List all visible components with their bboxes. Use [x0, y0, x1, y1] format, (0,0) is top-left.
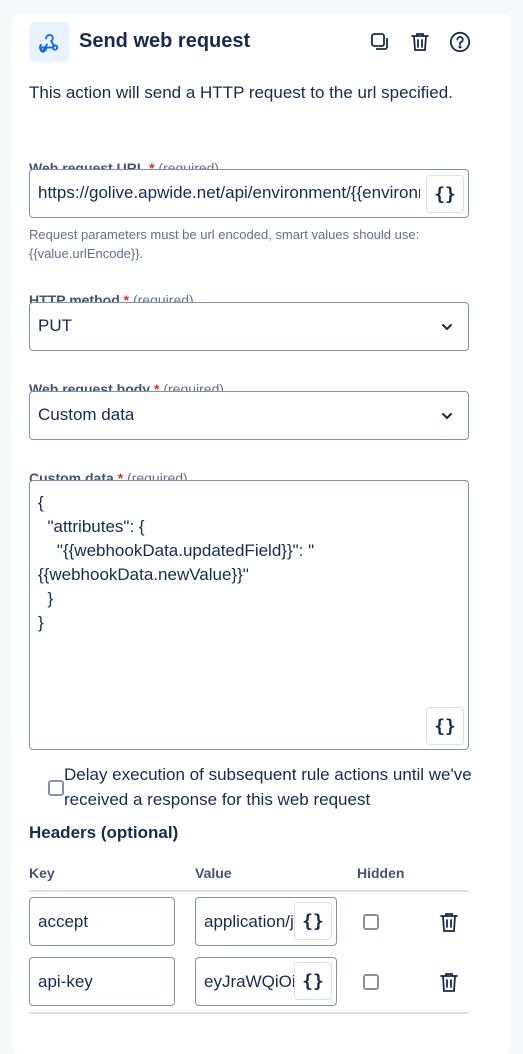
trash-icon[interactable] [439, 971, 459, 993]
header-key-input[interactable]: api-key [29, 957, 175, 1006]
smart-value-button[interactable]: {} [426, 707, 464, 745]
custom-data-content[interactable]: { "attributes": { "{{webhookData.updated… [38, 491, 448, 635]
headers-title: Headers (optional) [29, 823, 179, 842]
delay-checkbox[interactable] [48, 780, 64, 796]
action-description: This action will send a HTTP request to … [29, 83, 453, 102]
url-helper-text: Request parameters must be url encoded, … [29, 227, 420, 261]
trash-icon[interactable] [439, 911, 459, 933]
chevron-down-icon [442, 324, 452, 330]
smart-value-button[interactable]: {} [294, 962, 332, 1000]
header-hidden-checkbox[interactable] [363, 974, 379, 990]
url-field[interactable]: https://golive.apwide.net/api/environmen… [29, 169, 469, 218]
header-value-input[interactable]: eyJraWQiOi {} [195, 957, 337, 1006]
table-divider [29, 1012, 469, 1014]
header-value-input[interactable]: application/json {} [195, 897, 337, 946]
method-select[interactable]: PUT [29, 302, 469, 351]
custom-data-textarea[interactable]: { "attributes": { "{{webhookData.updated… [29, 480, 469, 750]
smart-value-button[interactable]: {} [426, 175, 464, 213]
help-icon[interactable] [448, 30, 472, 54]
table-divider [29, 890, 469, 892]
trash-icon[interactable] [408, 30, 432, 54]
column-header-hidden: Hidden [357, 865, 405, 881]
smart-value-button[interactable]: {} [294, 902, 332, 940]
header-hidden-checkbox[interactable] [363, 914, 379, 930]
header-key-input[interactable]: accept [29, 897, 175, 946]
url-input[interactable]: https://golive.apwide.net/api/environmen… [38, 183, 420, 203]
page-title: Send web request [79, 30, 251, 52]
panel-header: Send web request [29, 22, 472, 62]
delay-checkbox-label: Delay execution of subsequent rule actio… [64, 765, 472, 809]
duplicate-icon[interactable] [368, 30, 392, 54]
webhook-icon [29, 22, 69, 62]
body-select[interactable]: Custom data [29, 391, 469, 440]
column-header-value: Value [195, 865, 232, 881]
chevron-down-icon [442, 413, 452, 419]
body-select-value: Custom data [38, 405, 135, 424]
method-select-value: PUT [38, 316, 72, 335]
column-header-key: Key [29, 865, 55, 881]
